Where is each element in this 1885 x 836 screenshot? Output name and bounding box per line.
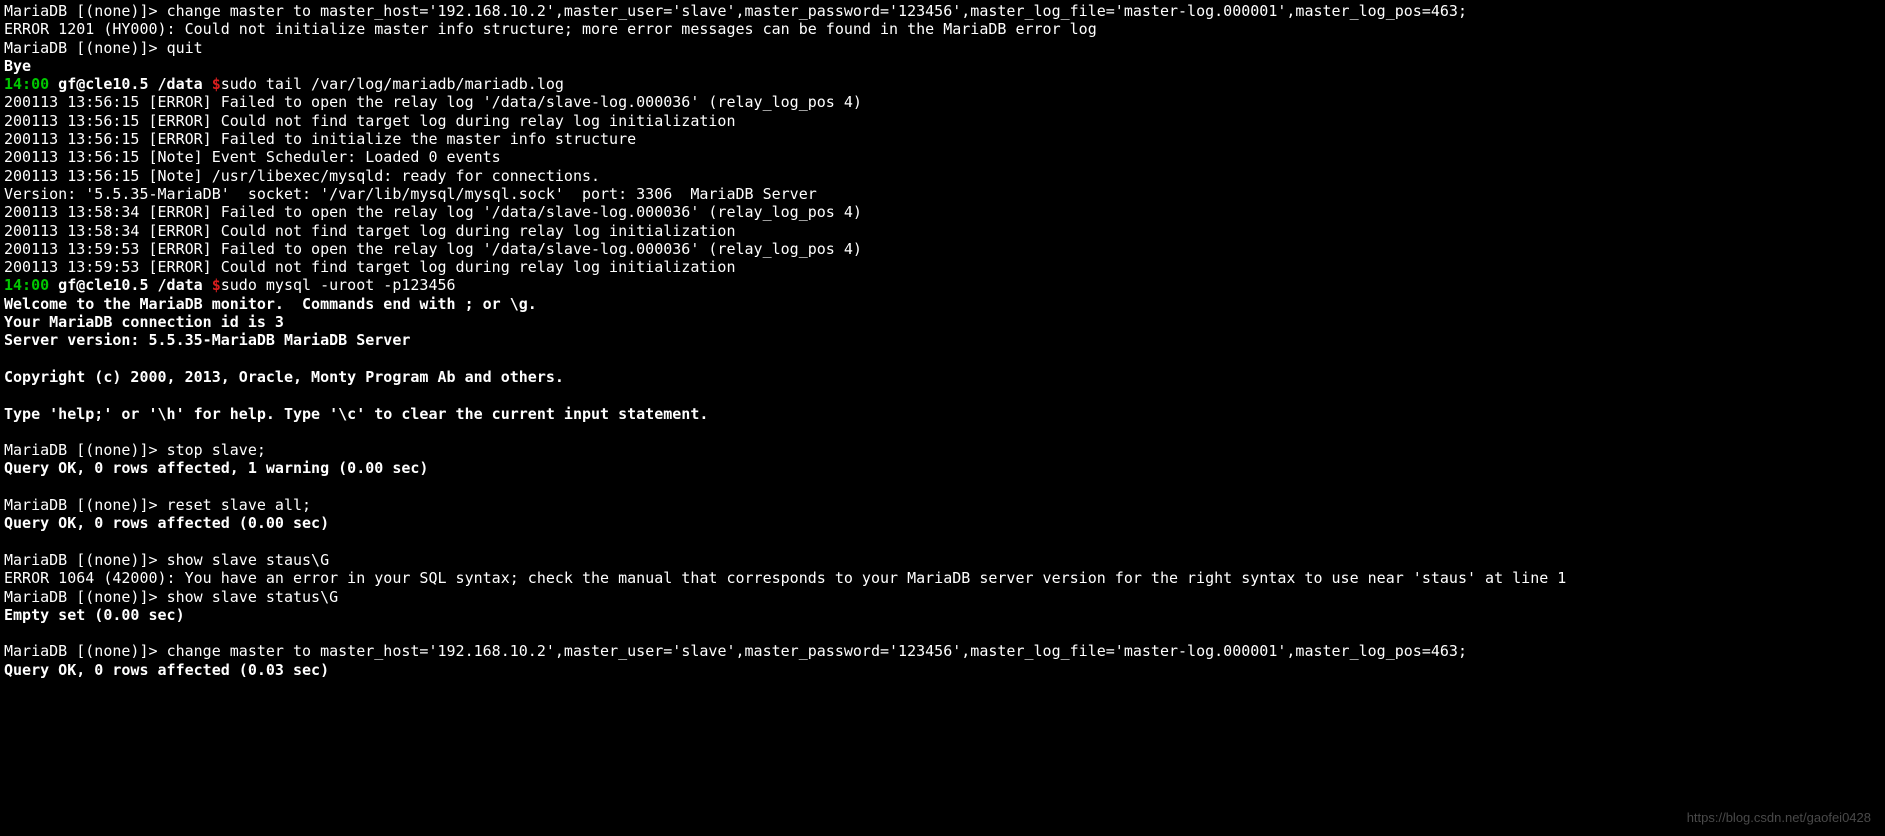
mariadb-prompt: MariaDB [(none)]> (4, 551, 167, 569)
cmd-tail: sudo tail /var/log/mariadb/mariadb.log (221, 75, 564, 93)
banner-line: Welcome to the MariaDB monitor. Commands… (4, 295, 537, 313)
result-empty-set: Empty set (0.00 sec) (4, 606, 185, 624)
log-line: 200113 13:59:53 [ERROR] Failed to open t… (4, 240, 862, 258)
shell-userhost: gf@cle10.5 /data (49, 75, 212, 93)
mariadb-prompt: MariaDB [(none)]> (4, 39, 167, 57)
bye-text: Bye (4, 57, 31, 75)
mariadb-prompt: MariaDB [(none)]> (4, 2, 167, 20)
cmd-quit: quit (167, 39, 203, 57)
shell-time: 14:00 (4, 75, 49, 93)
cmd-reset-slave: reset slave all; (167, 496, 312, 514)
result-stop-slave: Query OK, 0 rows affected, 1 warning (0.… (4, 459, 428, 477)
shell-dollar: $ (212, 276, 221, 294)
result-reset-slave: Query OK, 0 rows affected (0.00 sec) (4, 514, 329, 532)
error-1064: ERROR 1064 (42000): You have an error in… (4, 569, 1566, 587)
mariadb-prompt: MariaDB [(none)]> (4, 441, 167, 459)
result-change-master: Query OK, 0 rows affected (0.03 sec) (4, 661, 329, 679)
cmd-change-master: change master to master_host='192.168.10… (167, 2, 1467, 20)
banner-line: Type 'help;' or '\h' for help. Type '\c'… (4, 405, 708, 423)
log-line: 200113 13:56:15 [ERROR] Could not find t… (4, 112, 736, 130)
banner-line: Your MariaDB connection id is 3 (4, 313, 284, 331)
mariadb-prompt: MariaDB [(none)]> (4, 496, 167, 514)
log-line: 200113 13:56:15 [ERROR] Failed to initia… (4, 130, 636, 148)
log-line: 200113 13:58:34 [ERROR] Could not find t… (4, 222, 736, 240)
cmd-change-master: change master to master_host='192.168.10… (167, 642, 1467, 660)
cmd-show-status: show slave status\G (167, 588, 339, 606)
cmd-show-staus: show slave staus\G (167, 551, 330, 569)
watermark-text: https://blog.csdn.net/gaofei0428 (1687, 810, 1871, 826)
log-line: Version: '5.5.35-MariaDB' socket: '/var/… (4, 185, 817, 203)
terminal-output[interactable]: MariaDB [(none)]> change master to maste… (0, 0, 1885, 681)
banner-line: Copyright (c) 2000, 2013, Oracle, Monty … (4, 368, 564, 386)
shell-time: 14:00 (4, 276, 49, 294)
shell-userhost: gf@cle10.5 /data (49, 276, 212, 294)
error-1201: ERROR 1201 (HY000): Could not initialize… (4, 20, 1097, 38)
cmd-mysql: sudo mysql -uroot -p123456 (221, 276, 456, 294)
log-line: 200113 13:59:53 [ERROR] Could not find t… (4, 258, 736, 276)
log-line: 200113 13:56:15 [Note] Event Scheduler: … (4, 148, 501, 166)
log-line: 200113 13:56:15 [ERROR] Failed to open t… (4, 93, 862, 111)
banner-line: Server version: 5.5.35-MariaDB MariaDB S… (4, 331, 410, 349)
mariadb-prompt: MariaDB [(none)]> (4, 588, 167, 606)
cmd-stop-slave: stop slave; (167, 441, 266, 459)
log-line: 200113 13:56:15 [Note] /usr/libexec/mysq… (4, 167, 600, 185)
mariadb-prompt: MariaDB [(none)]> (4, 642, 167, 660)
log-line: 200113 13:58:34 [ERROR] Failed to open t… (4, 203, 862, 221)
shell-dollar: $ (212, 75, 221, 93)
